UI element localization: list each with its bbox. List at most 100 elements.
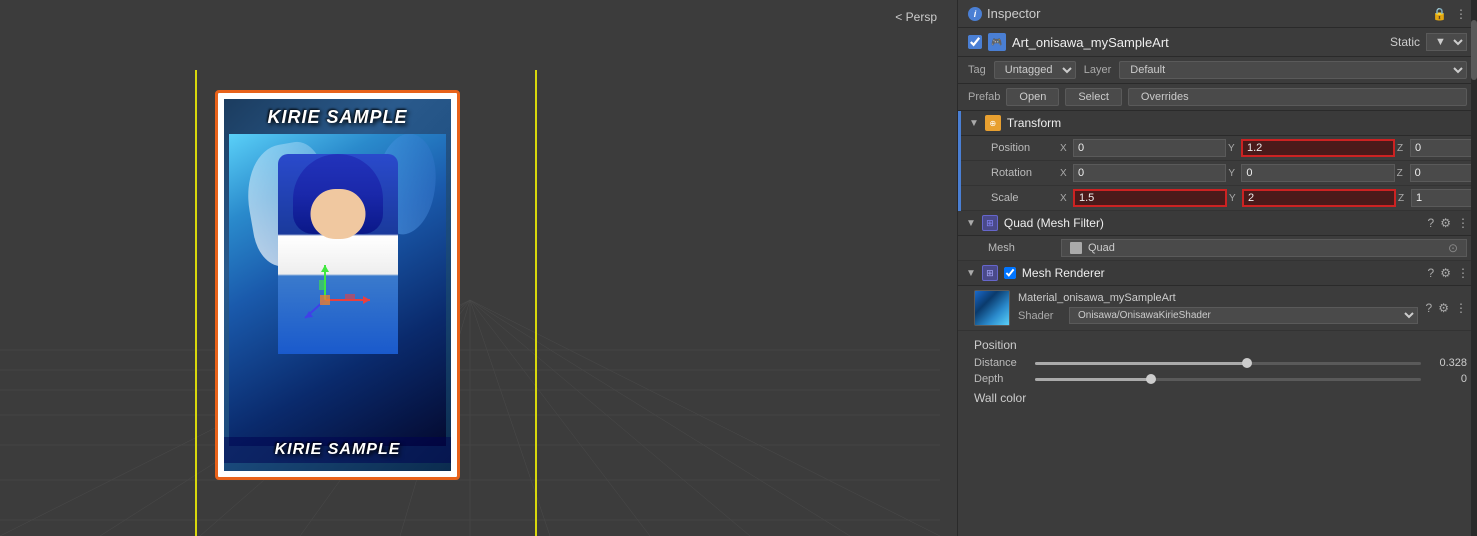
mesh-renderer-icon: ⊞ (982, 265, 998, 281)
quad-settings-icon[interactable]: ⚙ (1440, 216, 1451, 230)
static-dropdown[interactable]: ▼ (1426, 33, 1467, 51)
position-y-group: Y (1228, 139, 1395, 157)
scroll-thumb[interactable] (1471, 20, 1477, 80)
distance-label: Distance (974, 357, 1029, 369)
material-thumbnail (974, 290, 1010, 326)
position-z-group: Z (1397, 139, 1477, 157)
mesh-renderer-header[interactable]: ▼ ⊞ Mesh Renderer ? ⚙ ⋮ (958, 261, 1477, 286)
shader-row: Shader Onisawa/OnisawaKirieShader (1018, 307, 1418, 324)
mesh-row: Mesh Quad ⊙ (958, 236, 1477, 261)
bbox-left (195, 70, 197, 536)
menu-icon[interactable]: ⋮ (1455, 7, 1467, 21)
position-x-group: X (1060, 139, 1226, 157)
transform-section: ▼ ⊕ Transform ? ⚙ ⋮ Position X (958, 111, 1477, 211)
quad-help-icon[interactable]: ? (1428, 216, 1435, 230)
mesh-renderer-arrow: ▼ (966, 268, 976, 279)
quad-header[interactable]: ▼ ⊞ Quad (Mesh Filter) ? ⚙ ⋮ (958, 211, 1477, 236)
quad-title: Quad (Mesh Filter) (1004, 216, 1422, 230)
transform-icon: ⊕ (985, 115, 1001, 131)
depth-label: Depth (974, 373, 1029, 385)
transform-header[interactable]: ▼ ⊕ Transform ? ⚙ ⋮ (961, 111, 1477, 136)
mesh-renderer-checkbox[interactable] (1004, 267, 1016, 279)
tag-label: Tag (968, 64, 986, 76)
scale-y-input[interactable] (1242, 189, 1396, 207)
mesh-renderer-menu-icon[interactable]: ⋮ (1457, 266, 1469, 280)
scale-fields: X Y Z (1060, 189, 1477, 207)
scale-x-label: X (1060, 193, 1072, 204)
rotation-z-input[interactable] (1410, 164, 1477, 182)
object-name: Art_onisawa_mySampleArt (1012, 35, 1384, 50)
viewport[interactable]: < Persp KIRIE SAMPLE (0, 0, 957, 536)
scale-z-group: Z (1398, 189, 1477, 207)
material-actions: ? ⚙ ⋮ (1426, 301, 1467, 315)
mesh-renderer-settings-icon[interactable]: ⚙ (1440, 266, 1451, 280)
distance-row: Distance 0.328 (974, 355, 1467, 371)
material-info: Material_onisawa_mySampleArt Shader Onis… (1018, 292, 1418, 324)
quad-menu-icon[interactable]: ⋮ (1457, 216, 1469, 230)
rotation-x-group: X (1060, 164, 1226, 182)
rotation-row: Rotation X Y Z (961, 161, 1477, 186)
mesh-label: Mesh (988, 242, 1053, 254)
transform-section-bar: ▼ ⊕ Transform ? ⚙ ⋮ Position X (958, 111, 1477, 211)
shader-dropdown[interactable]: Onisawa/OnisawaKirieShader (1069, 307, 1418, 324)
distance-value: 0.328 (1427, 357, 1467, 369)
tag-dropdown[interactable]: Untagged (994, 61, 1076, 79)
distance-thumb[interactable] (1242, 358, 1252, 368)
material-help-icon[interactable]: ? (1426, 301, 1433, 315)
object-header: 🎮 Art_onisawa_mySampleArt Static ▼ (958, 28, 1477, 57)
scale-z-input[interactable] (1411, 189, 1477, 207)
rotation-fields: X Y Z (1060, 164, 1477, 182)
material-name: Material_onisawa_mySampleArt (1018, 292, 1418, 304)
mesh-circle-icon[interactable]: ⊙ (1448, 241, 1458, 255)
inspector-title: i Inspector (968, 6, 1040, 21)
position-y-input[interactable] (1241, 139, 1395, 157)
prefab-row: Prefab Open Select Overrides (958, 84, 1477, 111)
position-row: Position X Y Z (961, 136, 1477, 161)
transform-arrow: ▼ (969, 118, 979, 129)
scale-x-input[interactable] (1073, 189, 1227, 207)
inspector-header: i Inspector 🔒 ⋮ (958, 0, 1477, 28)
position-x-input[interactable] (1073, 139, 1226, 157)
quad-arrow: ▼ (966, 218, 976, 229)
info-icon: i (968, 7, 982, 21)
open-button[interactable]: Open (1006, 88, 1059, 106)
mesh-renderer-help-icon[interactable]: ? (1428, 266, 1435, 280)
card-title: KIRIE SAMPLE (224, 107, 451, 128)
card-bottom-text: KIRIE SAMPLE (224, 437, 451, 463)
depth-track[interactable] (1035, 378, 1421, 381)
scale-y-group: Y (1229, 189, 1396, 207)
rotation-label: Rotation (991, 167, 1056, 179)
scale-y-label: Y (1229, 193, 1241, 204)
object-type-icon: 🎮 (988, 33, 1006, 51)
mesh-renderer-actions: ? ⚙ ⋮ (1428, 266, 1469, 280)
depth-thumb[interactable] (1146, 374, 1156, 384)
rotation-y-group: Y (1228, 164, 1394, 182)
rot-y-label: Y (1228, 168, 1240, 179)
mesh-value-text: Quad (1088, 242, 1115, 254)
select-button[interactable]: Select (1065, 88, 1122, 106)
inspector-panel: i Inspector 🔒 ⋮ 🎮 Art_onisawa_mySampleAr… (957, 0, 1477, 536)
material-settings-icon[interactable]: ⚙ (1438, 301, 1449, 315)
position-label: Position (991, 142, 1056, 154)
rot-z-label: Z (1397, 168, 1409, 179)
overrides-button[interactable]: Overrides (1128, 88, 1467, 106)
lock-icon[interactable]: 🔒 (1432, 7, 1447, 21)
rotation-y-input[interactable] (1241, 164, 1394, 182)
position-z-input[interactable] (1410, 139, 1477, 157)
depth-row: Depth 0 (974, 371, 1467, 387)
depth-fill (1035, 378, 1151, 381)
rot-x-label: X (1060, 168, 1072, 179)
transform-gizmo (295, 260, 375, 340)
quad-section: ▼ ⊞ Quad (Mesh Filter) ? ⚙ ⋮ Mesh Quad ⊙ (958, 211, 1477, 261)
pos-z-label: Z (1397, 143, 1409, 154)
material-menu-icon[interactable]: ⋮ (1455, 301, 1467, 315)
mesh-renderer-section: ▼ ⊞ Mesh Renderer ? ⚙ ⋮ Material_onisawa… (958, 261, 1477, 331)
layer-dropdown[interactable]: Default (1119, 61, 1467, 79)
shader-label: Shader (1018, 310, 1063, 322)
transform-title: Transform (1007, 116, 1477, 130)
depth-value: 0 (1427, 373, 1467, 385)
inspector-scrollbar[interactable] (1471, 0, 1477, 536)
object-active-checkbox[interactable] (968, 35, 982, 49)
distance-track[interactable] (1035, 362, 1421, 365)
rotation-x-input[interactable] (1073, 164, 1226, 182)
